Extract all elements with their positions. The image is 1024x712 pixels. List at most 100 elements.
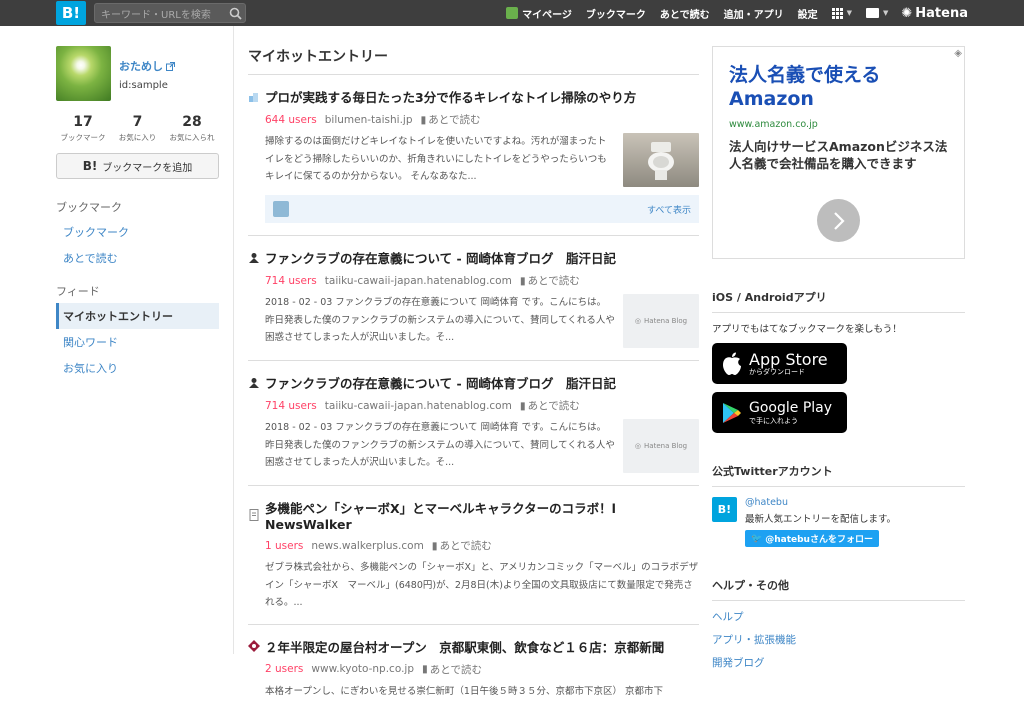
top-nav: マイページ ブックマーク あとで読む 追加・アプリ 設定 ▼ ▼ ✺ Haten…	[499, 0, 968, 26]
entry-thumbnail[interactable]: ◎Hatena Blog	[623, 419, 699, 473]
stat-favorites[interactable]: 7お気に入り	[111, 114, 165, 143]
entry-thumbnail[interactable]	[623, 133, 699, 187]
users-count[interactable]: 1 users	[265, 540, 303, 552]
entry-title[interactable]: ２年半限定の屋台村オープン 京都駅東側、飲食など１６店：京都新聞	[248, 637, 699, 656]
section-title-feed: フィード	[56, 283, 219, 299]
stat-bookmarks[interactable]: 17ブックマーク	[56, 114, 110, 143]
help-link[interactable]: ヘルプ	[712, 609, 965, 624]
entry-title[interactable]: 多機能ペン「シャーボX」とマーベルキャラクターのコラボ！l NewsWalker	[248, 498, 699, 532]
sidebar-item-interest-words[interactable]: 関心ワード	[56, 329, 219, 355]
sidebar-item-bookmark[interactable]: ブックマーク	[56, 219, 219, 245]
app-store-button[interactable]: App Storeからダウンロード	[712, 343, 847, 384]
ad-choices-icon[interactable]: ◈	[954, 48, 962, 59]
hatena-brand[interactable]: ✺ Hatena	[895, 6, 968, 21]
add-bookmark-label: ブックマークを追加	[102, 159, 192, 174]
search-box[interactable]: キーワード・URLを検索	[94, 3, 246, 23]
ad-next-button[interactable]	[817, 199, 860, 242]
left-sidebar: おためし id:sample 17ブックマーク 7お気に入り 28お気に入られ …	[56, 46, 219, 381]
stat-value: 28	[165, 114, 219, 130]
entry-title[interactable]: ファンクラブの存在意義について - 岡崎体育ブログ 脂汗日記	[248, 248, 699, 267]
users-count[interactable]: 644 users	[265, 114, 317, 126]
commenter-avatar[interactable]	[273, 201, 289, 217]
profile-name[interactable]: おためし	[119, 58, 175, 74]
stat-favorited[interactable]: 28 お気に入られ	[165, 114, 219, 143]
ad-headline[interactable]: 法人名義で使えるAmazon	[729, 63, 948, 111]
users-count[interactable]: 2 users	[265, 663, 303, 675]
twitter-follow-button[interactable]: 🐦 @hatebuさんをフォロー	[745, 530, 879, 547]
stat-label: お気に入られ	[165, 132, 219, 143]
document-favicon-icon	[248, 509, 260, 521]
read-later-button[interactable]: ▮あとで読む	[520, 273, 580, 288]
apps-extensions-link[interactable]: アプリ・拡張機能	[712, 632, 965, 647]
search-icon[interactable]	[225, 4, 245, 22]
profile: おためし id:sample	[56, 46, 219, 101]
entry-summary: 2018 - 02 - 03 ファンクラブの存在意義について 岡崎体育 です。こ…	[265, 419, 615, 473]
twitter-bird-icon: 🐦	[751, 534, 762, 544]
profile-id: id:sample	[119, 80, 175, 91]
entry-meta: 2 users www.kyoto-np.co.jp ▮あとで読む	[248, 662, 699, 677]
entry-meta: 644 users bilumen-taishi.jp ▮あとで読む	[248, 112, 699, 127]
hatebu-logo[interactable]: B!	[56, 1, 86, 25]
entry-domain[interactable]: bilumen-taishi.jp	[325, 114, 413, 126]
avatar[interactable]	[56, 46, 111, 101]
entry-title-text: ２年半限定の屋台村オープン 京都駅東側、飲食など１６店：京都新聞	[265, 637, 664, 656]
apps-menu-button[interactable]: ▼	[825, 0, 859, 26]
users-count[interactable]: 714 users	[265, 275, 317, 287]
mypage-icon	[506, 7, 518, 19]
favicon-icon	[248, 91, 260, 103]
section-title-bookmark: ブックマーク	[56, 199, 219, 215]
entry-domain[interactable]: news.walkerplus.com	[311, 540, 423, 552]
read-later-label: あとで読む	[440, 538, 492, 553]
read-later-button[interactable]: ▮あとで読む	[420, 112, 480, 127]
google-play-button[interactable]: Google Playで手に入れよう	[712, 392, 847, 433]
entry-domain[interactable]: taiiku-cawaii-japan.hatenablog.com	[325, 275, 512, 287]
see-all-link[interactable]: すべて表示	[647, 203, 691, 216]
apple-icon	[722, 352, 742, 376]
ad-url[interactable]: www.amazon.co.jp	[729, 119, 948, 130]
entry-title[interactable]: プロが実践する毎日たった3分で作るキレイなトイレ掃除のやり方	[248, 87, 699, 106]
top-bar: B! キーワード・URLを検索 マイページ ブックマーク あとで読む 追加・アプ…	[0, 0, 1024, 26]
users-count[interactable]: 714 users	[265, 400, 317, 412]
nav-settings[interactable]: 設定	[791, 0, 825, 26]
google-play-label: Google Play	[749, 400, 832, 417]
nav-bookmark[interactable]: ブックマーク	[579, 0, 653, 26]
ad-banner[interactable]: ◈ 法人名義で使えるAmazon www.amazon.co.jp 法人向けサー…	[712, 46, 965, 259]
toilet-image-icon	[641, 138, 681, 182]
entry-item: プロが実践する毎日たった3分で作るキレイなトイレ掃除のやり方 644 users…	[248, 75, 699, 236]
profile-name-label: おためし	[119, 58, 163, 74]
hatena-blog-icon: ◎	[635, 442, 641, 450]
search-input[interactable]: キーワード・URLを検索	[101, 6, 225, 21]
bookmark-flag-icon: ▮	[422, 663, 428, 675]
bookmark-flag-icon: ▮	[520, 275, 526, 287]
add-bookmark-button[interactable]: B! ブックマークを追加	[56, 153, 219, 179]
read-later-button[interactable]: ▮あとで読む	[422, 662, 482, 677]
chevron-right-icon	[833, 212, 845, 230]
twitter-section-title: 公式Twitterアカウント	[712, 463, 965, 487]
entry-thumbnail[interactable]: ◎Hatena Blog	[623, 294, 699, 348]
nav-mypage[interactable]: マイページ	[499, 0, 579, 26]
thumbnail-label: Hatena Blog	[644, 317, 687, 325]
nav-add-app[interactable]: 追加・アプリ	[717, 0, 791, 26]
entry-title[interactable]: ファンクラブの存在意義について - 岡崎体育ブログ 脂汗日記	[248, 373, 699, 392]
twitter-handle[interactable]: @hatebu	[745, 497, 896, 508]
bookmark-flag-icon: ▮	[420, 114, 426, 126]
hatebu-twitter-avatar[interactable]: B!	[712, 497, 737, 522]
person-favicon-icon	[248, 377, 260, 389]
sidebar-item-read-later[interactable]: あとで読む	[56, 245, 219, 271]
entry-domain[interactable]: taiiku-cawaii-japan.hatenablog.com	[325, 400, 512, 412]
hatena-brand-label: Hatena	[915, 6, 968, 21]
entry-summary: ゼブラ株式会社から、多機能ペンの「シャーボX」と、アメリカンコミック「マーベル」…	[265, 559, 699, 612]
dev-blog-link[interactable]: 開発ブログ	[712, 655, 965, 670]
sidebar-item-my-hot-entry[interactable]: マイホットエントリー	[56, 303, 219, 329]
entry-meta: 1 users news.walkerplus.com ▮あとで読む	[248, 538, 699, 553]
sidebar-item-favorites[interactable]: お気に入り	[56, 355, 219, 381]
nav-read-later[interactable]: あとで読む	[653, 0, 717, 26]
chevron-down-icon: ▼	[847, 9, 852, 17]
read-later-button[interactable]: ▮あとで読む	[520, 398, 580, 413]
read-later-button[interactable]: ▮あとで読む	[432, 538, 492, 553]
entry-domain[interactable]: www.kyoto-np.co.jp	[311, 663, 414, 675]
external-link-icon	[166, 62, 175, 71]
read-later-label: あとで読む	[528, 398, 580, 413]
entry-item: ファンクラブの存在意義について - 岡崎体育ブログ 脂汗日記 714 users…	[248, 236, 699, 361]
messages-menu-button[interactable]: ▼	[859, 0, 895, 26]
